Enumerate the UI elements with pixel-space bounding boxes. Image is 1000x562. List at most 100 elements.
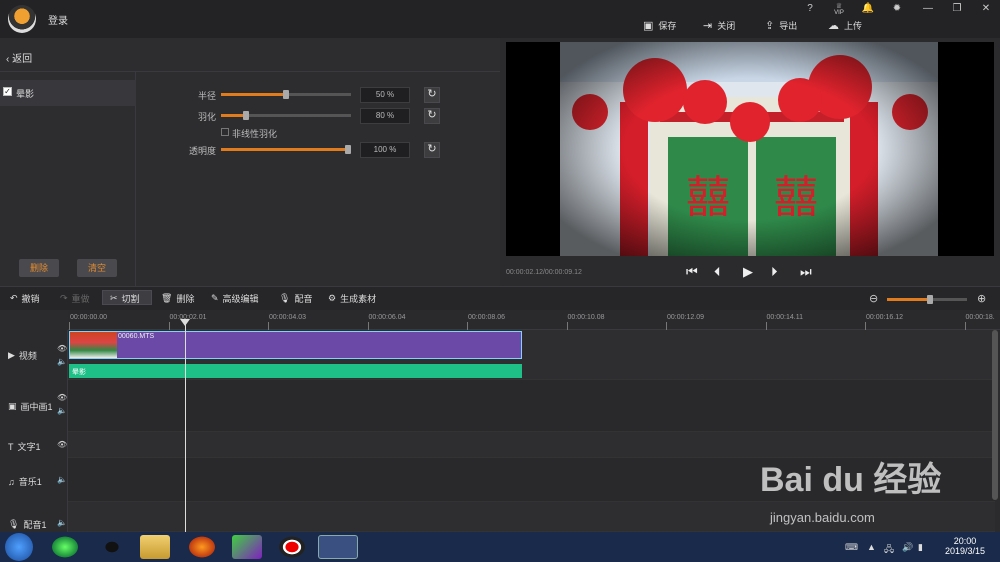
vip-icon[interactable]: ♕ VIP xyxy=(831,2,847,16)
taskbar-editor-icon[interactable] xyxy=(318,535,358,559)
cut-label: 切割 xyxy=(121,294,140,304)
network-icon[interactable]: 🖧 xyxy=(884,542,894,558)
ruler-tick-label: 00:00:08.06 xyxy=(468,314,505,321)
volume-icon[interactable]: 🔊 xyxy=(902,542,913,553)
delete-button[interactable]: 🗑 删除 xyxy=(161,292,194,305)
pip-track-name: ▣ 画中画1 xyxy=(8,400,53,413)
param-slider[interactable] xyxy=(221,90,351,99)
prev-frame-icon[interactable]: ⏴ xyxy=(714,264,721,280)
taskbar-qq-icon[interactable] xyxy=(97,535,127,559)
taskbar-firefox-icon[interactable] xyxy=(187,535,217,559)
ruler-tick-mark xyxy=(566,322,568,330)
param-value-field[interactable]: 100 % xyxy=(360,142,410,158)
effect-checkbox[interactable]: ✓ xyxy=(3,87,12,96)
export-label: 导出 xyxy=(779,21,798,31)
speaker-icon[interactable]: 🔈 xyxy=(57,357,67,366)
effect-item-label: 晕影 xyxy=(16,89,35,99)
reset-icon[interactable]: ↻ xyxy=(424,142,440,158)
param-label: 羽化 xyxy=(197,112,216,122)
reset-icon[interactable]: ↻ xyxy=(424,87,440,103)
ruler-tick-mark xyxy=(964,322,966,330)
close-icon[interactable]: ✕ xyxy=(978,3,994,14)
taskbar-explorer-icon[interactable] xyxy=(140,535,170,559)
playhead-handle[interactable] xyxy=(180,319,190,326)
clock[interactable]: 20:00 2019/3/15 xyxy=(940,536,990,556)
tray-arrow-icon[interactable]: ▲ xyxy=(867,542,876,552)
login-link[interactable]: 登录 xyxy=(48,12,68,27)
taskbar-360-icon[interactable] xyxy=(50,535,80,559)
save-icon: ▣ xyxy=(643,20,654,32)
back-button[interactable]: ‹ 返回 xyxy=(6,50,32,65)
bell-icon[interactable]: 🔔 xyxy=(860,3,876,14)
nonlinear-checkbox[interactable] xyxy=(221,128,229,136)
param-value-field[interactable]: 50 % xyxy=(360,87,410,103)
settings-icon[interactable]: ✹ xyxy=(889,3,905,14)
taskbar-recorder-icon[interactable] xyxy=(277,535,307,559)
param-slider-fill xyxy=(221,148,351,151)
zoom-slider-knob[interactable] xyxy=(927,295,933,304)
signal-icon[interactable]: ▮ xyxy=(918,542,923,553)
skip-end-icon[interactable]: ⏭ xyxy=(800,264,812,280)
zoom-in-icon[interactable]: ⊕ xyxy=(977,292,986,305)
text-track-name: T 文字1 xyxy=(8,440,41,453)
upload-button[interactable]: ☁ 上传 xyxy=(828,19,862,32)
minimize-icon[interactable]: — xyxy=(920,3,936,14)
microphone-icon: 🎙 xyxy=(8,519,20,529)
delete-effect-button[interactable]: 删除 xyxy=(19,259,59,277)
param-slider-knob[interactable] xyxy=(283,90,289,99)
microphone-icon: 🎙 xyxy=(279,293,291,303)
cloud-upload-icon: ☁ xyxy=(828,20,839,32)
param-slider-fill xyxy=(221,93,286,96)
help-icon[interactable]: ? xyxy=(802,3,818,14)
effect-clip[interactable] xyxy=(69,364,522,378)
eye-icon[interactable]: 👁 xyxy=(57,393,67,402)
speaker-icon[interactable]: 🔈 xyxy=(57,406,67,415)
video-editor-window: 登录 ? ♕ VIP 🔔 ✹ — ❐ ✕ ▣ 保存 ⇥ 关闭 ⇪ 导出 ☁ 上传 ‹ 返回… xyxy=(0,0,1000,562)
ruler-tick-mark xyxy=(865,322,866,330)
zoom-slider-fill xyxy=(887,298,931,301)
restore-icon[interactable]: ❐ xyxy=(949,3,965,14)
param-slider-knob[interactable] xyxy=(243,111,250,120)
taskbar-app-icon[interactable] xyxy=(232,535,262,559)
video-frame-image: 囍 囍 xyxy=(560,42,938,256)
ruler-tick-label: 00:00:06.04 xyxy=(368,314,406,321)
cut-button[interactable]: ✂ 切割 xyxy=(110,292,140,305)
redo-button[interactable]: ↷ 重做 xyxy=(60,292,90,305)
effect-clip-label: 晕影 xyxy=(72,369,86,376)
zoom-out-icon[interactable]: ⊖ xyxy=(869,292,878,305)
app-logo xyxy=(8,5,36,33)
skip-start-icon[interactable]: ⏮ xyxy=(686,264,698,280)
next-frame-icon[interactable]: ⏵ xyxy=(771,264,778,280)
speaker-icon[interactable]: 🔈 xyxy=(57,475,67,484)
clock-time: 20:00 xyxy=(953,536,977,546)
clear-effects-button[interactable]: 清空 xyxy=(77,259,117,277)
play-icon[interactable]: ▶ xyxy=(743,264,753,280)
advanced-edit-button[interactable]: ✎ 高级编辑 xyxy=(211,292,259,305)
start-button[interactable] xyxy=(5,533,33,561)
preview-frame: 囍 囍 xyxy=(560,42,938,256)
param-slider-knob[interactable] xyxy=(345,145,351,154)
baidu-watermark: Bai du 经验 xyxy=(760,461,942,499)
param-slider-fill xyxy=(221,114,245,117)
eye-icon[interactable]: 👁 xyxy=(57,440,67,449)
param-slider[interactable] xyxy=(221,145,351,154)
zoom-slider[interactable] xyxy=(887,295,967,304)
close-project-button[interactable]: ⇥ 关闭 xyxy=(703,19,735,32)
dub-button[interactable]: 🎙 配音 xyxy=(279,292,312,305)
timeline-ruler[interactable] xyxy=(68,310,1000,330)
undo-button[interactable]: ↶ 撤销 xyxy=(10,292,40,305)
keyboard-icon[interactable]: ⌨ xyxy=(845,542,858,553)
param-slider[interactable] xyxy=(221,111,351,120)
eye-icon[interactable]: 👁 xyxy=(57,344,67,353)
ruler-tick-label: 00:00:18. xyxy=(965,314,995,321)
reset-icon[interactable]: ↻ xyxy=(424,108,440,124)
generate-material-button[interactable]: ⚙ 生成素材 xyxy=(328,292,376,305)
clip-thumbnail xyxy=(70,332,117,358)
ruler-tick-mark xyxy=(168,322,170,330)
save-button[interactable]: ▣ 保存 xyxy=(643,19,676,32)
param-value-field[interactable]: 80 % xyxy=(360,108,410,124)
timeline-scrollbar[interactable] xyxy=(992,330,998,500)
speaker-icon[interactable]: 🔈 xyxy=(57,518,67,527)
export-button[interactable]: ⇪ 导出 xyxy=(765,19,797,32)
playhead[interactable] xyxy=(185,322,186,532)
